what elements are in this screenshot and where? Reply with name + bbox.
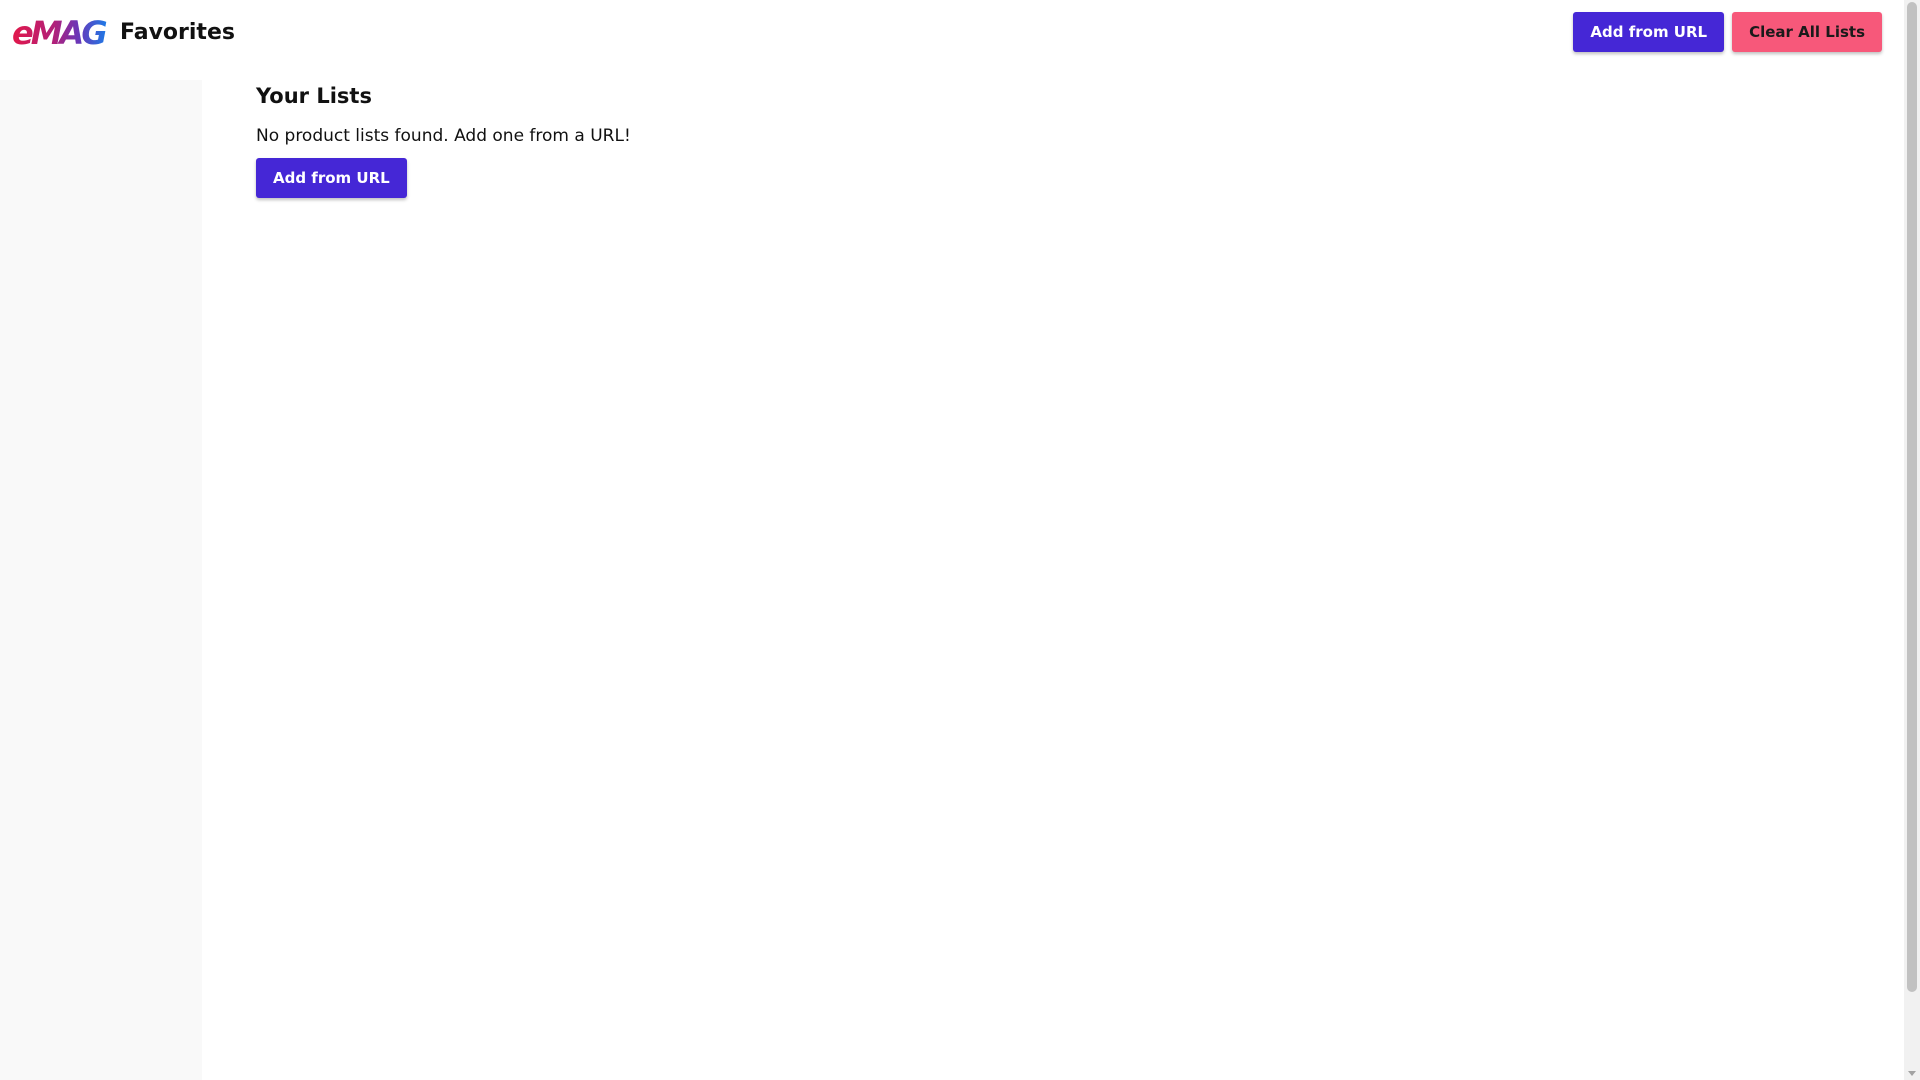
vertical-scrollbar[interactable] xyxy=(1904,0,1920,1080)
emag-logo: eMAG xyxy=(12,14,109,50)
clear-all-lists-button[interactable]: Clear All Lists xyxy=(1732,12,1882,52)
header-add-from-url-button[interactable]: Add from URL xyxy=(1573,12,1725,52)
page-title: Your Lists xyxy=(256,84,372,108)
add-from-url-button[interactable]: Add from URL xyxy=(256,158,407,198)
svg-text:eMAG: eMAG xyxy=(12,14,106,50)
empty-state-message: No product lists found. Add one from a U… xyxy=(256,126,631,146)
brand[interactable]: eMAG Favorites xyxy=(12,14,235,50)
main-content: Your Lists No product lists found. Add o… xyxy=(256,80,1856,198)
scrollbar-thumb[interactable] xyxy=(1907,2,1917,992)
header-actions: Add from URL Clear All Lists xyxy=(1573,12,1882,52)
app-title: Favorites xyxy=(120,19,235,45)
top-header: eMAG Favorites Add from URL Clear All Li… xyxy=(0,0,1904,80)
scroll-down-arrow-icon[interactable] xyxy=(1908,1071,1916,1076)
sidebar xyxy=(0,80,202,1080)
app: eMAG Favorites Add from URL Clear All Li… xyxy=(0,0,1920,1080)
